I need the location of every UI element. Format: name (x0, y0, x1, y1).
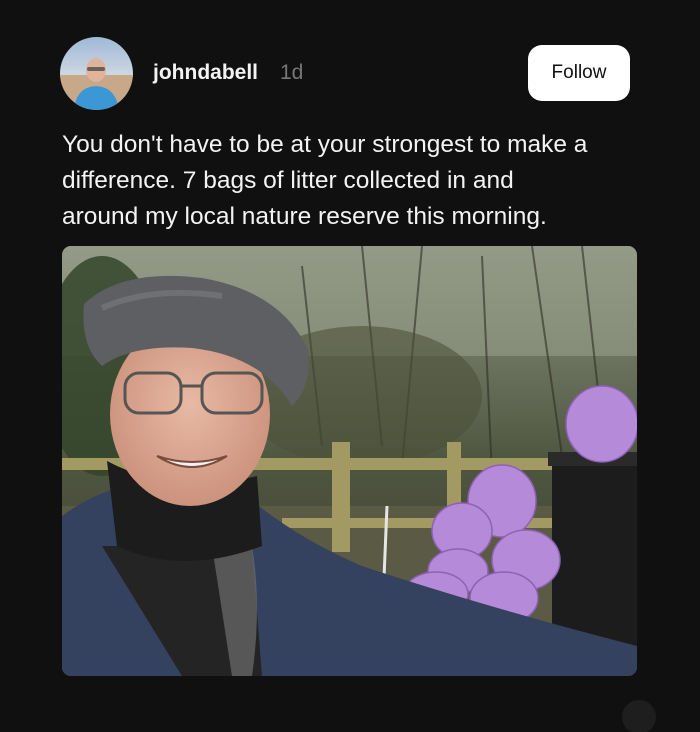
photo-man-selfie-with-litter-bags (62, 246, 637, 676)
caption-line: difference. 7 bags of litter collected i… (62, 167, 514, 194)
author-username[interactable]: johndabell (153, 61, 258, 85)
post-caption: You don't have to be at your strongest t… (62, 127, 652, 235)
author-avatar[interactable] (60, 37, 133, 110)
more-options-hint (622, 700, 656, 732)
post-image[interactable] (62, 246, 637, 676)
caption-line: You don't have to be at your strongest t… (62, 131, 588, 158)
post-timestamp: 1d (280, 61, 304, 84)
caption-line: around my local nature reserve this morn… (62, 203, 547, 230)
post: johndabell 1d Follow You don't have to b… (0, 0, 700, 732)
follow-button[interactable]: Follow (528, 45, 630, 101)
avatar-photo (60, 37, 133, 110)
